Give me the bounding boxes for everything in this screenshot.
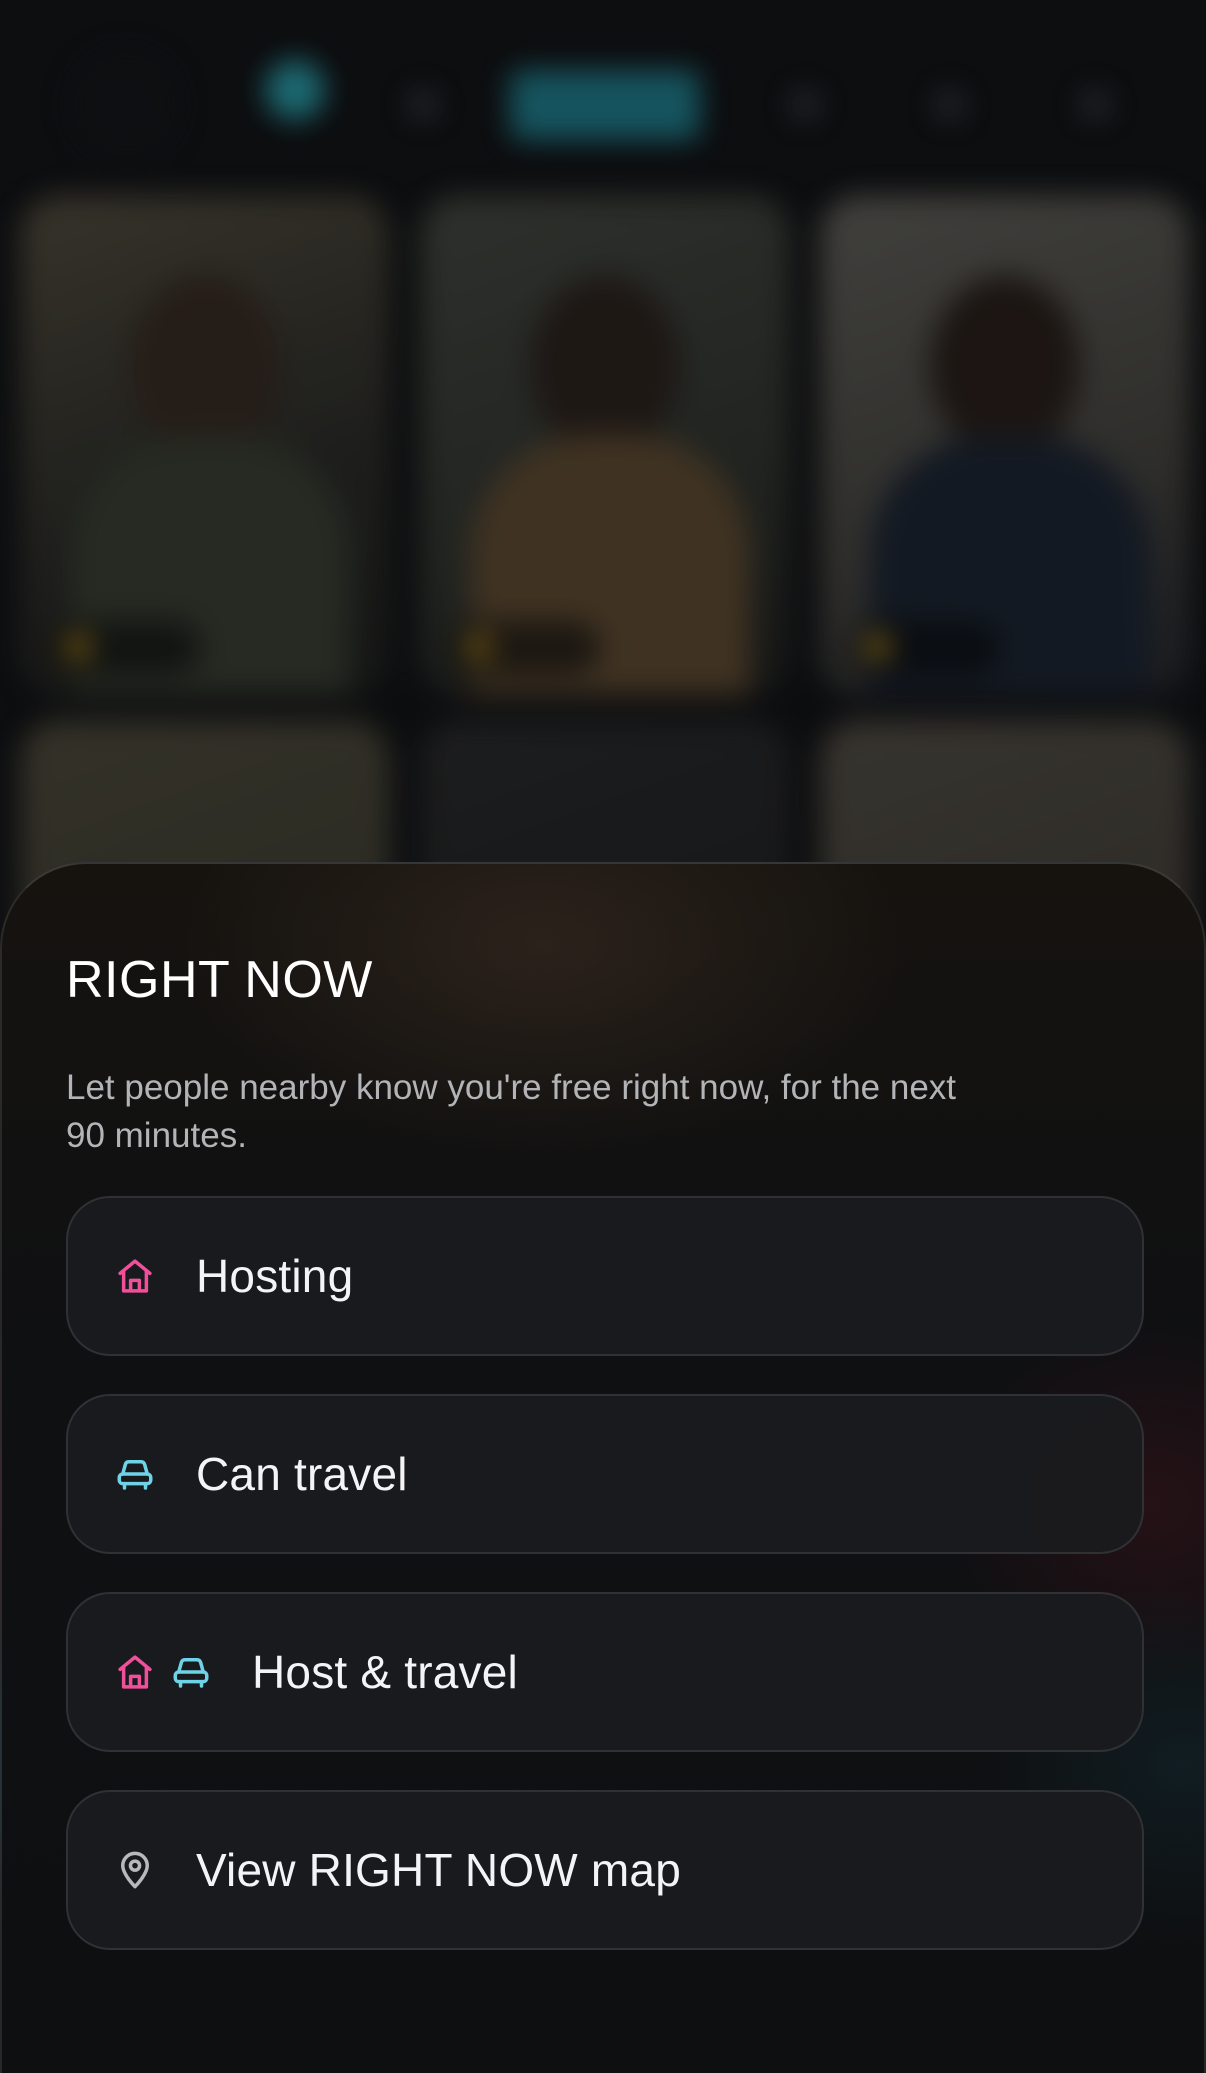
- background-logo: [510, 70, 700, 140]
- view-right-now-map-button[interactable]: View RIGHT NOW map: [66, 1790, 1144, 1950]
- background-profile-tile: [420, 195, 790, 695]
- car-icon: [114, 1453, 156, 1495]
- background-top-bar: [0, 30, 1206, 160]
- map-pin-icon: [114, 1849, 156, 1891]
- background-nav-icon: [1080, 90, 1110, 120]
- right-now-sheet: RIGHT NOW Let people nearby know you're …: [0, 862, 1206, 2073]
- house-icon: [114, 1255, 156, 1297]
- option-label: Hosting: [196, 1250, 354, 1302]
- host-and-travel-option-button[interactable]: Host & travel: [66, 1592, 1144, 1752]
- sheet-title: RIGHT NOW: [66, 951, 373, 1009]
- sheet-description: Let people nearby know you're free right…: [66, 1068, 957, 1155]
- background-nav-icon: [408, 90, 438, 120]
- app-screen: RIGHT NOW Let people nearby know you're …: [0, 0, 1206, 2073]
- background-nav-icon: [790, 90, 820, 120]
- background-star-icon: [465, 634, 491, 660]
- can-travel-option-button[interactable]: Can travel: [66, 1394, 1144, 1554]
- option-label: Host & travel: [252, 1646, 518, 1698]
- hosting-option-button[interactable]: Hosting: [66, 1196, 1144, 1356]
- background-profile-face: [530, 275, 680, 455]
- blurred-background-content: [0, 0, 1206, 1220]
- option-label: View RIGHT NOW map: [196, 1844, 681, 1896]
- background-star-icon: [65, 634, 91, 660]
- option-label: Can travel: [196, 1448, 408, 1500]
- car-icon: [170, 1651, 212, 1693]
- background-chat-icon: [265, 60, 325, 120]
- house-icon: [114, 1651, 156, 1693]
- background-nav-icon: [935, 90, 965, 120]
- background-back-button: [70, 50, 180, 160]
- background-profile-face: [930, 275, 1080, 455]
- background-profile-tile: [820, 195, 1190, 695]
- background-profile-face: [130, 275, 280, 455]
- background-profile-tile: [20, 195, 390, 695]
- background-star-icon: [865, 634, 891, 660]
